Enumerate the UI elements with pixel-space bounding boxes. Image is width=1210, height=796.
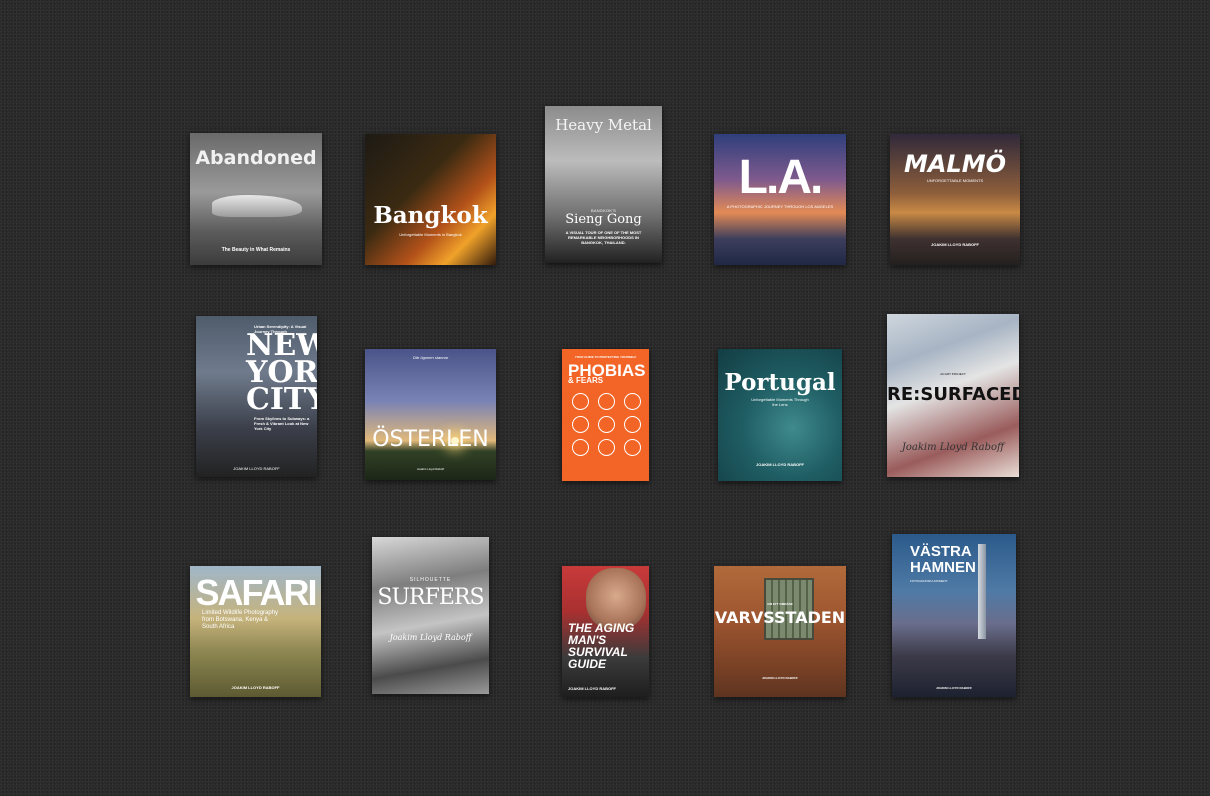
- book-subtitle: Unforgettable Moments in Bangkok: [399, 232, 462, 237]
- book-subtitle: Unforgettable Moments Through the Lens: [751, 397, 809, 407]
- book-author: JOAKIM LLOYD RABOFF: [233, 466, 280, 471]
- book-title: Portugal: [724, 369, 836, 396]
- book-kicker: YOUR GUIDE TO PROTECTING YOURSELF: [574, 355, 637, 359]
- book-title: L.A.: [738, 151, 824, 204]
- book-title: SURFERS: [377, 585, 484, 610]
- author-signature: Joakim Lloyd Raboff: [901, 442, 1005, 453]
- book-author: JOAKIM LLOYD RABOFF: [762, 676, 798, 680]
- book-author: JOAKIM LLOYD RABOFF: [931, 242, 979, 247]
- book-cover-vastra-hamnen[interactable]: VÄSTRA HAMNEN FOTOGRAFISKA MOMENT JOAKIM…: [892, 534, 1016, 697]
- book-subtitle: FOTOGRAFISKA MOMENT: [910, 579, 948, 583]
- book-cover-heavy-metal[interactable]: Heavy Metal BANGKOK'S Sieng Gong A VISUA…: [545, 106, 662, 263]
- phobia-icon: [571, 393, 589, 410]
- book-kicker: Där ögonen stannar: [412, 355, 449, 360]
- book-title: RE:SURFACED: [887, 384, 1019, 405]
- book-cover-phobias-fears[interactable]: YOUR GUIDE TO PROTECTING YOURSELF PHOBIA…: [562, 349, 649, 481]
- book-cover-la[interactable]: L.A. A PHOTOGRAPHIC JOURNEY THROUGH LOS …: [714, 134, 846, 265]
- phobia-icon: [597, 439, 615, 456]
- airplane-illustration: [212, 195, 302, 217]
- phobia-icon: [571, 416, 589, 433]
- book-title-secondary: & FEARS: [568, 376, 604, 385]
- book-subtitle: The Beauty in What Remains: [221, 247, 291, 253]
- book-author: JOAKIM LLOYD RABOFF: [231, 685, 280, 690]
- book-cover-abandoned[interactable]: Abandoned The Beauty in What Remains: [190, 133, 322, 265]
- book-cover-aging-mans-survival-guide[interactable]: THE AGING MAN'S SURVIVAL GUIDE JOAKIM LL…: [562, 566, 649, 697]
- book-cover-bangkok[interactable]: Bangkok Unforgettable Moments in Bangkok: [365, 134, 496, 265]
- book-title: SAFARI: [195, 572, 317, 613]
- book-subtitle: From Skylines to Subways: a Fresh & Vibr…: [254, 416, 310, 431]
- book-cover-silhouette-surfers[interactable]: SILHOUETTE SURFERS Joakim Lloyd Raboff: [372, 537, 489, 694]
- book-kicker: OM ETT OMRÅDE: [767, 602, 793, 606]
- book-title: Heavy Metal: [555, 116, 652, 134]
- book-subtitle: A PHOTOGRAPHIC JOURNEY THROUGH LOS ANGEL…: [726, 204, 834, 209]
- book-title: Bangkok: [373, 202, 488, 229]
- book-cover-new-york-city[interactable]: Urban Serendipity: A Visual Journey Thro…: [196, 316, 317, 477]
- book-title: THE AGING MAN'S SURVIVAL GUIDE: [568, 621, 635, 671]
- book-author: JOAKIM LLOYD RABOFF: [936, 686, 972, 690]
- book-title: MALMÖ: [903, 150, 1007, 178]
- phobia-icon: [597, 416, 615, 433]
- book-subtitle: A VISUAL TOUR OF ONE OF THE MOST REMARKA…: [565, 230, 642, 245]
- phobia-icon: [623, 416, 641, 433]
- book-author: Joakim Lloyd Raboff: [416, 467, 445, 471]
- book-author: JOAKIM LLOYD RABOFF: [756, 462, 804, 467]
- book-cover-varvsstaden[interactable]: OM ETT OMRÅDE VARVSSTADEN JOAKIM LLOYD R…: [714, 566, 846, 697]
- phobia-icon: [597, 393, 615, 410]
- book-cover-resurfaced[interactable]: AN ART PROJECT RE:SURFACED Joakim Lloyd …: [887, 314, 1019, 477]
- phobia-icon: [571, 439, 589, 456]
- book-cover-osterlen[interactable]: Där ögonen stannar ÖSTERLEN Joakim Lloyd…: [365, 349, 496, 480]
- book-cover-portugal[interactable]: Portugal Unforgettable Moments Through t…: [718, 349, 842, 481]
- book-kicker: AN ART PROJECT: [940, 372, 966, 376]
- book-cover-malmo[interactable]: MALMÖ UNFORGETTABLE MOMENTS JOAKIM LLOYD…: [890, 134, 1020, 265]
- book-cover-safari[interactable]: SAFARI Limited Wildlife Photography from…: [190, 566, 321, 697]
- book-title-secondary: Sieng Gong: [565, 212, 642, 227]
- author-signature: Joakim Lloyd Raboff: [389, 633, 472, 642]
- book-author: JOAKIM LLOYD RABOFF: [568, 686, 616, 691]
- phobia-icon: [623, 439, 641, 456]
- book-title: VÄSTRA HAMNEN: [910, 543, 976, 576]
- book-kicker: SILHOUETTE: [409, 577, 452, 583]
- book-subtitle: Limited Wildlife Photography from Botswa…: [202, 610, 279, 630]
- book-title: ÖSTERLEN: [372, 427, 489, 452]
- book-subtitle: UNFORGETTABLE MOMENTS: [926, 178, 984, 183]
- phobia-icon: [623, 393, 641, 410]
- book-title: NEW YORK CITY: [246, 328, 317, 417]
- phobia-icon-grid: [570, 393, 642, 456]
- book-title: VARVSSTADEN: [714, 608, 846, 627]
- book-title: Abandoned: [195, 147, 317, 169]
